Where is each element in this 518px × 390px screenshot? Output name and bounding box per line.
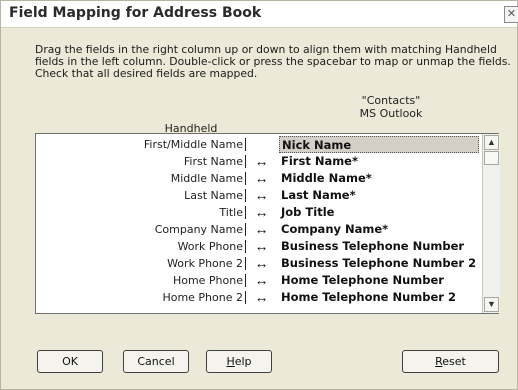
help-button[interactable]: Help — [206, 350, 272, 373]
outlook-header-line1: "Contacts" — [361, 94, 421, 107]
outlook-field-selected[interactable]: Nick Name — [279, 136, 479, 153]
handheld-fields-column: First/Middle Name First Name Middle Name… — [36, 134, 246, 313]
map-arrow-icon[interactable]: ↔ — [246, 238, 277, 255]
window-title: Field Mapping for Address Book — [9, 5, 262, 21]
reset-button[interactable]: Reset — [402, 350, 499, 373]
handheld-field: Middle Name — [36, 170, 246, 187]
handheld-field: Home Phone 2 — [36, 289, 246, 306]
scroll-down-icon[interactable]: ▼ — [484, 297, 499, 312]
handheld-field: Work Phone 2 — [36, 255, 246, 272]
outlook-field[interactable]: Last Name* — [279, 187, 479, 204]
outlook-header-line2: MS Outlook — [359, 107, 423, 120]
outlook-field[interactable]: Middle Name* — [279, 170, 479, 187]
handheld-field: Work Phone — [36, 238, 246, 255]
map-arrow-icon[interactable]: ↔ — [246, 255, 277, 272]
handheld-field: Home Phone — [36, 272, 246, 289]
mapping-list[interactable]: First/Middle Name First Name Middle Name… — [35, 133, 500, 314]
cancel-button[interactable]: Cancel — [123, 350, 189, 373]
scroll-thumb[interactable] — [484, 151, 499, 165]
scroll-up-icon[interactable]: ▲ — [484, 135, 499, 150]
close-icon[interactable]: ✕ — [504, 6, 518, 23]
handheld-field: Last Name — [36, 187, 246, 204]
map-arrow-icon[interactable]: ↔ — [246, 272, 277, 289]
outlook-field[interactable]: Home Telephone Number — [279, 272, 479, 289]
map-arrow-icon[interactable]: ↔ — [246, 289, 277, 306]
handheld-field: First/Middle Name — [36, 136, 246, 153]
help-accelerator: H — [226, 355, 235, 368]
outlook-field[interactable]: Job Title — [279, 204, 479, 221]
map-arrow-icon[interactable]: ↔ — [246, 170, 277, 187]
outlook-field[interactable]: Home Telephone Number 2 — [279, 289, 479, 306]
handheld-field: Title — [36, 204, 246, 221]
outlook-column-header: "Contacts" MS Outlook — [331, 94, 451, 120]
instruction-line: Check that all desired fields are mapped… — [35, 67, 258, 80]
outlook-field[interactable]: Business Telephone Number 2 — [279, 255, 479, 272]
outlook-field[interactable]: Business Telephone Number — [279, 238, 479, 255]
title-bar[interactable]: Field Mapping for Address Book ✕ — [1, 1, 518, 28]
map-arrow-icon[interactable]: ↔ — [246, 153, 277, 170]
map-arrow-icon[interactable] — [246, 136, 277, 153]
field-mapping-dialog: Field Mapping for Address Book ✕ Drag th… — [0, 0, 518, 390]
outlook-field[interactable]: Company Name* — [279, 221, 479, 238]
vertical-scrollbar[interactable]: ▲ ▼ — [482, 134, 500, 313]
handheld-field: First Name — [36, 153, 246, 170]
instructions-text: Drag the fields in the right column up o… — [35, 44, 511, 80]
ok-button[interactable]: OK — [37, 350, 103, 373]
outlook-fields-column: Nick Name First Name* Middle Name* Last … — [277, 134, 482, 313]
reset-label: eset — [442, 355, 466, 368]
handheld-field: Company Name — [36, 221, 246, 238]
map-arrow-icon[interactable]: ↔ — [246, 221, 277, 238]
mapping-arrows-column: ↔ ↔ ↔ ↔ ↔ ↔ ↔ ↔ ↔ — [246, 134, 277, 313]
map-arrow-icon[interactable]: ↔ — [246, 187, 277, 204]
map-arrow-icon[interactable]: ↔ — [246, 204, 277, 221]
help-label: elp — [234, 355, 252, 368]
outlook-field[interactable]: First Name* — [279, 153, 479, 170]
